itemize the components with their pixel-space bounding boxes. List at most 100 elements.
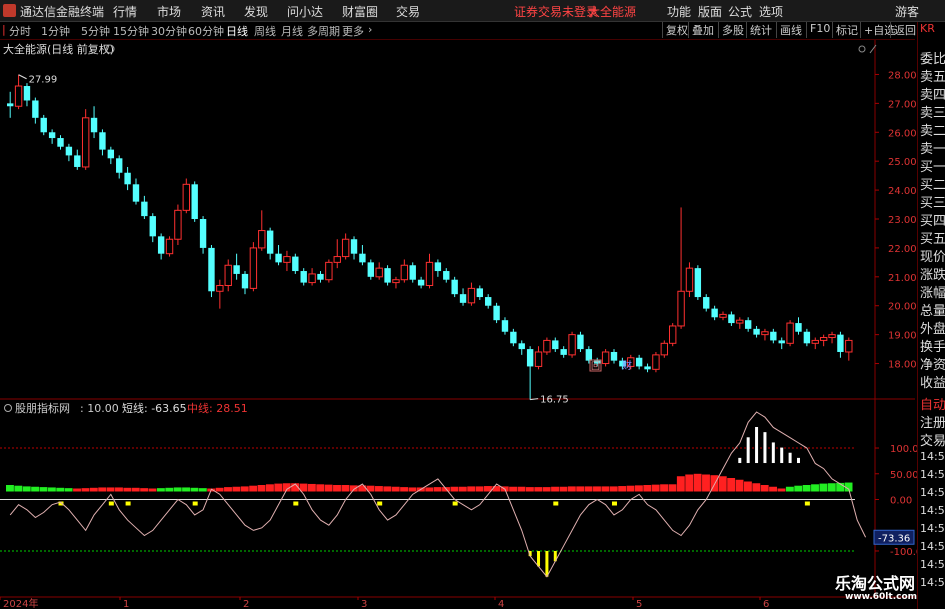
menu-faxian[interactable]: 发现	[244, 3, 268, 20]
candle-body	[81, 117, 90, 168]
candle-body	[149, 216, 156, 237]
tool-duogu[interactable]: 多股	[718, 22, 744, 38]
mid-bar	[458, 486, 467, 492]
candle-body	[400, 264, 409, 281]
watermark-name: 乐淘公式网	[835, 574, 916, 593]
period-30min[interactable]: 30分钟	[151, 23, 187, 39]
side-buy3: 买三	[920, 196, 945, 211]
side-sell3: 卖三	[920, 106, 945, 121]
user-guest[interactable]: 游客	[895, 3, 919, 20]
period-15min[interactable]: 15分钟	[113, 23, 149, 39]
candle-body	[669, 325, 677, 344]
candle-body	[141, 201, 148, 217]
stock-tag[interactable]: 大全能源	[588, 3, 636, 20]
mid-bar	[668, 484, 677, 492]
period-fenshi[interactable]: 分时	[9, 23, 31, 39]
indicator-tick-label: 100.0	[890, 444, 919, 455]
mid-bar	[660, 484, 669, 492]
watermark-url: www.60lt.com	[845, 592, 918, 602]
mid-bar	[567, 486, 576, 492]
oversold-bar	[537, 550, 541, 567]
overbought-bar	[738, 457, 742, 464]
high-price-label: 27.99	[29, 75, 58, 86]
mid-bar	[73, 488, 81, 492]
side-weibi: 委比	[920, 52, 945, 67]
mid-bar	[702, 474, 710, 492]
candle-body	[459, 294, 467, 303]
mid-bar	[735, 479, 744, 492]
tool-f10[interactable]: F10	[806, 22, 830, 38]
candle-body	[811, 339, 819, 344]
tool-huaxian[interactable]: 画线	[776, 22, 802, 38]
tool-tongji[interactable]: 统计	[746, 22, 772, 38]
side-register[interactable]: 注册	[920, 412, 945, 431]
menu-xuanxiang[interactable]: 选项	[759, 3, 783, 20]
menu-jiaoyi[interactable]: 交易	[396, 3, 420, 20]
candle-body	[560, 349, 567, 355]
candle-body	[510, 331, 517, 344]
candle-body	[736, 319, 744, 324]
period-toolbar: | 分时 1分钟 5分钟 15分钟 30分钟 60分钟 日线 周线 月线 多周期…	[0, 22, 916, 40]
mid-bar	[802, 485, 811, 492]
candle-body	[770, 331, 777, 341]
overbought-bar	[796, 457, 800, 464]
mid-bar	[618, 486, 627, 492]
candle-body	[367, 262, 374, 277]
side-volume: 总量	[920, 304, 945, 319]
menu-zixun[interactable]: 资讯	[201, 3, 225, 20]
menu-shichang[interactable]: 市场	[157, 3, 181, 20]
price-tick-label: 27.00	[888, 99, 917, 110]
tool-diejia[interactable]: 叠加	[688, 22, 714, 38]
menu-wenxiaoda[interactable]: 问小达	[287, 3, 323, 20]
candle-body	[165, 238, 174, 255]
mid-bar	[685, 474, 694, 492]
menu-caifuquan[interactable]: 财富圈	[342, 3, 378, 20]
candle-body	[350, 239, 358, 254]
candle-body	[233, 265, 240, 274]
short-line	[9, 411, 867, 578]
trade-status[interactable]: 证券交易未登录	[514, 3, 598, 20]
period-day[interactable]: 日线	[226, 23, 248, 39]
mid-bar	[39, 487, 48, 492]
candle-body	[451, 279, 458, 295]
side-auto[interactable]: 自动	[920, 394, 945, 413]
candle-body	[191, 184, 198, 219]
more-chevron-icon[interactable]: ›	[368, 23, 372, 36]
candle-body	[694, 268, 702, 298]
mid-bar	[693, 473, 702, 492]
period-multi[interactable]: 多周期	[307, 23, 340, 39]
mid-bar	[224, 487, 232, 492]
side-trade[interactable]: 交易	[920, 430, 945, 449]
period-5min[interactable]: 5分钟	[81, 23, 110, 39]
menu-hangqing[interactable]: 行情	[113, 3, 137, 20]
indicator-mid-label: 中线: 28.51	[187, 401, 248, 415]
price-tick-label: 22.00	[888, 244, 917, 255]
tool-back[interactable]: 返回	[890, 22, 916, 38]
candle-body	[518, 343, 525, 350]
mid-bar	[634, 485, 643, 492]
menu-banmian[interactable]: 版面	[698, 3, 722, 20]
menu-gongshi[interactable]: 公式	[728, 3, 752, 20]
signal-mark	[452, 501, 458, 506]
mid-bar	[525, 487, 534, 492]
period-60min[interactable]: 60分钟	[188, 23, 224, 39]
mid-bar	[89, 487, 98, 492]
side-code: KR	[920, 22, 935, 35]
period-more[interactable]: 更多	[342, 23, 364, 39]
main-chart[interactable]: 18.0019.0020.0021.0022.0023.0024.0025.00…	[0, 0, 945, 609]
period-1min[interactable]: 1分钟	[41, 23, 70, 39]
period-week[interactable]: 周线	[254, 23, 276, 39]
mid-bar	[56, 487, 65, 492]
price-tick-label: 25.00	[888, 157, 917, 168]
candle-body	[644, 366, 651, 370]
mid-bar	[316, 484, 325, 492]
period-month[interactable]: 月线	[281, 23, 303, 39]
mid-bar	[64, 488, 73, 492]
mid-bar	[165, 487, 174, 492]
menu-gongneng[interactable]: 功能	[667, 3, 691, 20]
tool-biaoji[interactable]: 标记	[832, 22, 858, 38]
candle-body	[182, 183, 190, 211]
candle-body	[300, 271, 307, 283]
candle-body	[40, 117, 47, 133]
tool-fuquan[interactable]: 复权	[662, 22, 688, 38]
